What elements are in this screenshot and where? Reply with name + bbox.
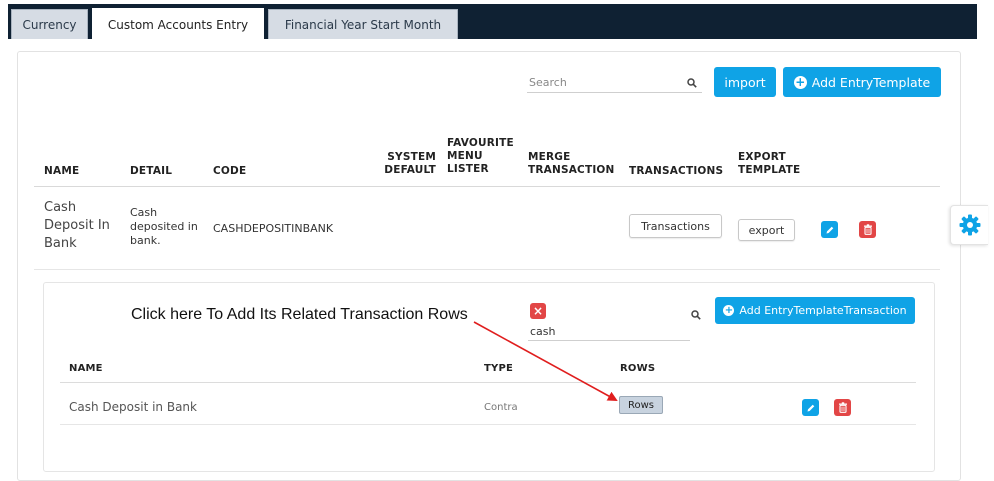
annotation-arrow [473,321,618,401]
gear-icon [959,214,980,236]
settings-button[interactable] [950,205,988,245]
